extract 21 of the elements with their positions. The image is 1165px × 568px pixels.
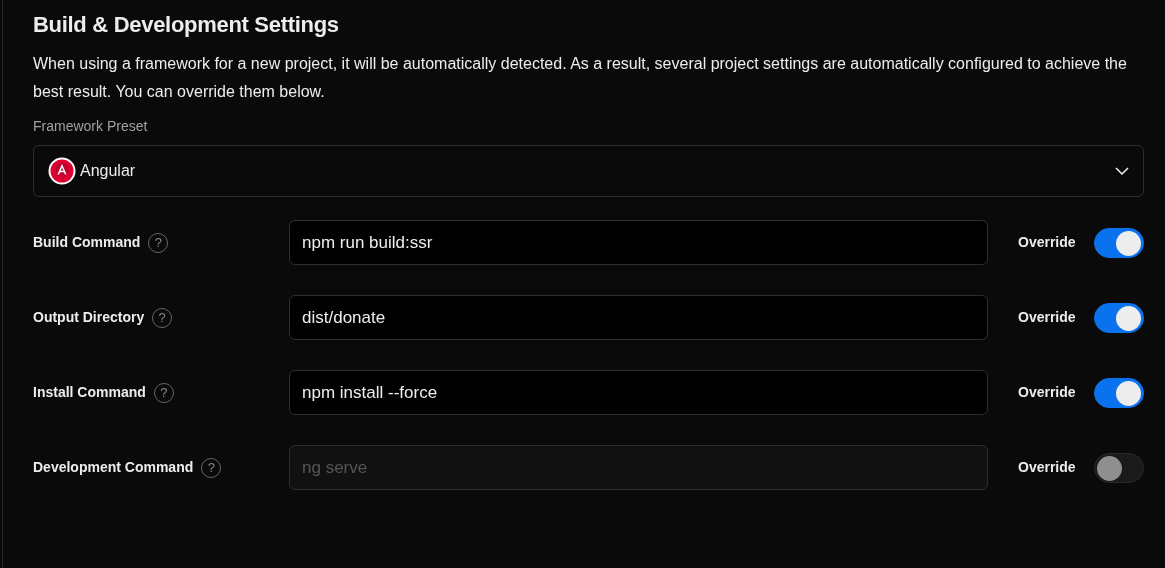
override-label: Override (1018, 458, 1077, 478)
angular-logo-icon (48, 157, 76, 186)
text-field[interactable]: dist/donate (289, 295, 988, 341)
section-title: Build & Development Settings (33, 12, 340, 39)
selected-value: Angular (80, 161, 136, 182)
override-toggle[interactable] (1094, 227, 1144, 258)
text-field[interactable]: npm install --force (289, 370, 988, 416)
override-toggle[interactable] (1094, 377, 1144, 408)
text-field[interactable]: npm run build:ssr (289, 220, 988, 266)
setting-label: Output Directory (33, 308, 145, 328)
field-label: Framework Preset (33, 117, 149, 137)
setting-label: Build Command (33, 233, 141, 253)
framework-select[interactable]: Angular (33, 145, 1144, 198)
description-text: When using a framework for a new project, it will be automatically detected. As a result, several project settings are automatically configured to achieve the best result. You can override them below. (33, 54, 1128, 103)
override-label: Override (1018, 383, 1077, 403)
override-label: Override (1018, 233, 1077, 253)
setting-label: Install Command (33, 383, 146, 403)
chevron-down-icon (1115, 167, 1129, 176)
override-label: Override (1018, 308, 1077, 328)
override-toggle[interactable] (1094, 302, 1144, 333)
setting-label: Development Command (33, 458, 194, 478)
